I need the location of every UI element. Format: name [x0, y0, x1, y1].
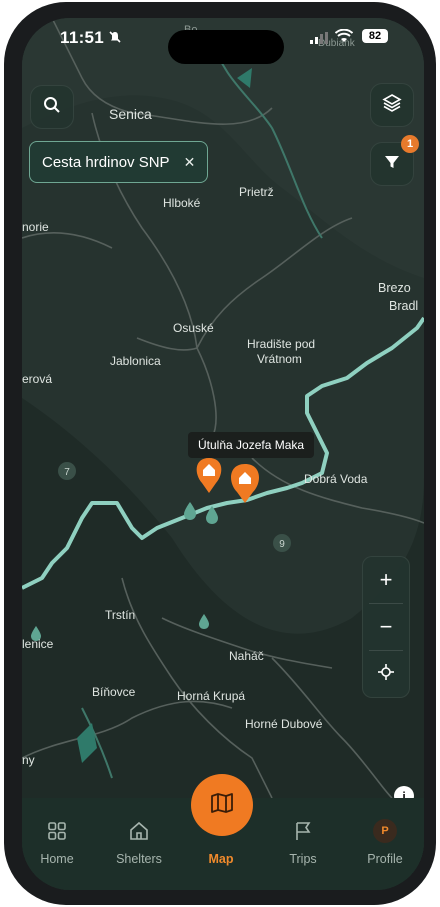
nav-profile-label: Profile	[367, 852, 403, 866]
silent-mode-icon	[108, 30, 122, 49]
nav-shelters[interactable]: Shelters	[104, 818, 174, 866]
app-screen: 7 9 Senica Prietrž Hlboké norie Brezo Br…	[22, 18, 424, 890]
zoom-out-button[interactable]: −	[363, 604, 409, 650]
layers-icon	[382, 93, 402, 118]
map-label-norie: norie	[22, 220, 49, 234]
map-label-jablonica: Jablonica	[110, 354, 161, 368]
route-marker-7[interactable]: 7	[58, 462, 76, 480]
phone-frame: 7 9 Senica Prietrž Hlboké norie Brezo Br…	[4, 2, 436, 905]
nav-map-label: Map	[208, 852, 234, 866]
nav-trips[interactable]: Trips	[268, 818, 338, 866]
nav-profile[interactable]: P Profile	[350, 818, 420, 866]
map-label-senica: Senica	[109, 106, 152, 122]
filter-button[interactable]: 1	[370, 135, 419, 186]
filter-count-badge: 1	[401, 135, 419, 153]
search-button[interactable]	[30, 85, 74, 129]
map-label-trstin: Trstín	[105, 608, 136, 622]
map-label-horne-dubove: Horné Dubové	[245, 717, 323, 731]
nav-shelters-label: Shelters	[116, 852, 162, 866]
locate-me-button[interactable]	[363, 651, 409, 697]
avatar: P	[373, 819, 397, 843]
map-label-prietrz: Prietrž	[239, 185, 274, 199]
map-label-hlboke: Hlboké	[163, 196, 201, 210]
zoom-in-button[interactable]: +	[363, 557, 409, 603]
svg-text:7: 7	[64, 467, 70, 478]
status-time: 11:51	[60, 28, 105, 47]
search-icon	[43, 96, 61, 119]
map-label-horna-krupa: Horná Krupá	[177, 689, 246, 703]
zoom-controls: + −	[362, 556, 410, 698]
map-label-hradiste-1: Hradište pod	[247, 337, 316, 351]
nav-trips-label: Trips	[289, 852, 317, 866]
map-fab-button[interactable]	[191, 774, 253, 836]
dynamic-island	[168, 30, 284, 64]
close-icon[interactable]: ✕	[184, 154, 196, 171]
map-label-ny: ny	[22, 753, 35, 767]
map-label-bradl: Bradl	[389, 299, 419, 313]
map-label-brezo: Brezo	[378, 281, 411, 295]
svg-text:9: 9	[279, 539, 285, 550]
map-label-erova: erová	[22, 372, 53, 386]
map-icon	[210, 792, 234, 819]
map-label-nahac: Naháč	[229, 649, 264, 663]
crosshair-icon	[377, 661, 395, 687]
funnel-icon	[383, 153, 401, 176]
map-label-binovce: Bíňovce	[92, 685, 136, 699]
map-label-lenice: lenice	[22, 637, 54, 651]
nav-home-label: Home	[40, 852, 74, 866]
nav-profile-icon-wrap: P	[350, 818, 420, 844]
status-bar: 11:51 82	[22, 26, 424, 64]
nav-home[interactable]: Home	[22, 818, 92, 866]
grid-icon	[22, 818, 92, 844]
shelter-tooltip: Útulňa Jozefa Maka	[188, 432, 315, 458]
map-label-dobra-voda: Dobrá Voda	[304, 472, 368, 486]
flag-icon	[268, 818, 338, 844]
battery-icon: 82	[362, 29, 388, 43]
map-label-osuske: Osuské	[173, 321, 214, 335]
filter-chip-label: Cesta hrdinov SNP	[42, 153, 170, 171]
wifi-icon	[334, 28, 354, 48]
filter-chip[interactable]: Cesta hrdinov SNP ✕	[29, 141, 209, 183]
house-icon	[104, 818, 174, 844]
map-label-hradiste-2: Vrátnom	[257, 352, 302, 366]
map-layers-button[interactable]	[370, 83, 414, 127]
route-marker-9[interactable]: 9	[273, 534, 291, 552]
cellular-signal-icon	[310, 31, 328, 49]
